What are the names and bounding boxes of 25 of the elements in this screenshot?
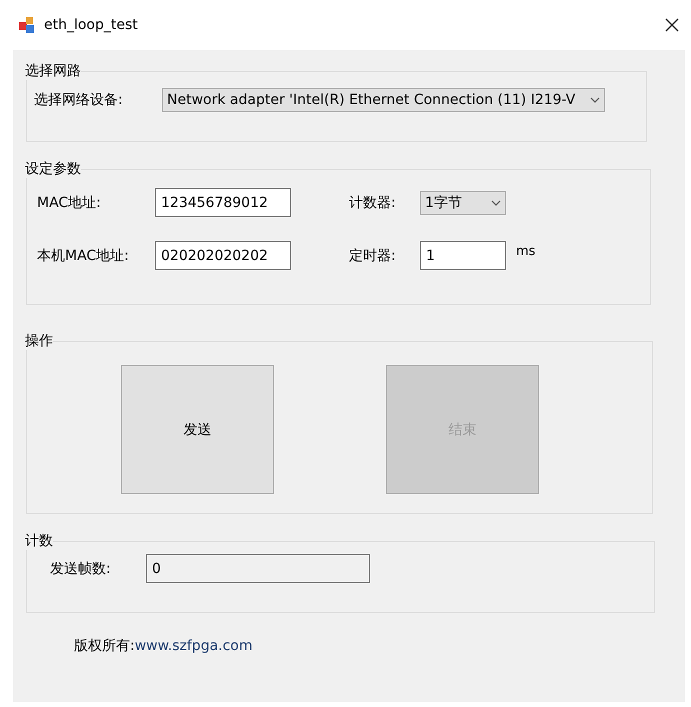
window-title: eth_loop_test (44, 17, 139, 33)
field-label: 本机MAC地址: (37, 246, 130, 264)
action-button[interactable]: 发送 (121, 365, 274, 494)
copyright-label: 版权所有: (74, 637, 135, 655)
group-title: 设定参数 (25, 160, 81, 178)
input-field[interactable]: 123456789012 (155, 188, 291, 217)
group-title: 计数 (25, 532, 53, 550)
chevron-down-icon (590, 97, 600, 103)
app-icon (18, 16, 36, 34)
counter-select[interactable]: 1字节 (420, 190, 506, 214)
group-title: 选择网路 (25, 62, 81, 80)
frame-count-field: 0 (146, 554, 370, 583)
device-select[interactable]: Network adapter 'Intel(R) Ethernet Connection (11) I219-V (162, 88, 605, 112)
group-title: 操作 (25, 332, 53, 350)
field-label: 发送帧数: (50, 560, 112, 578)
unit-label: ms (516, 244, 536, 259)
close-icon[interactable] (665, 18, 679, 32)
input-field[interactable]: 1 (420, 241, 506, 270)
field-label: 选择网络设备: (34, 91, 124, 109)
field-label: 定时器: (349, 246, 397, 264)
field-label: 计数器: (349, 194, 397, 212)
input-field[interactable]: 020202020202 (155, 241, 291, 270)
website-link[interactable]: www.szfpga.com (134, 638, 253, 654)
field-label: MAC地址: (37, 194, 102, 212)
chevron-down-icon (491, 200, 501, 206)
